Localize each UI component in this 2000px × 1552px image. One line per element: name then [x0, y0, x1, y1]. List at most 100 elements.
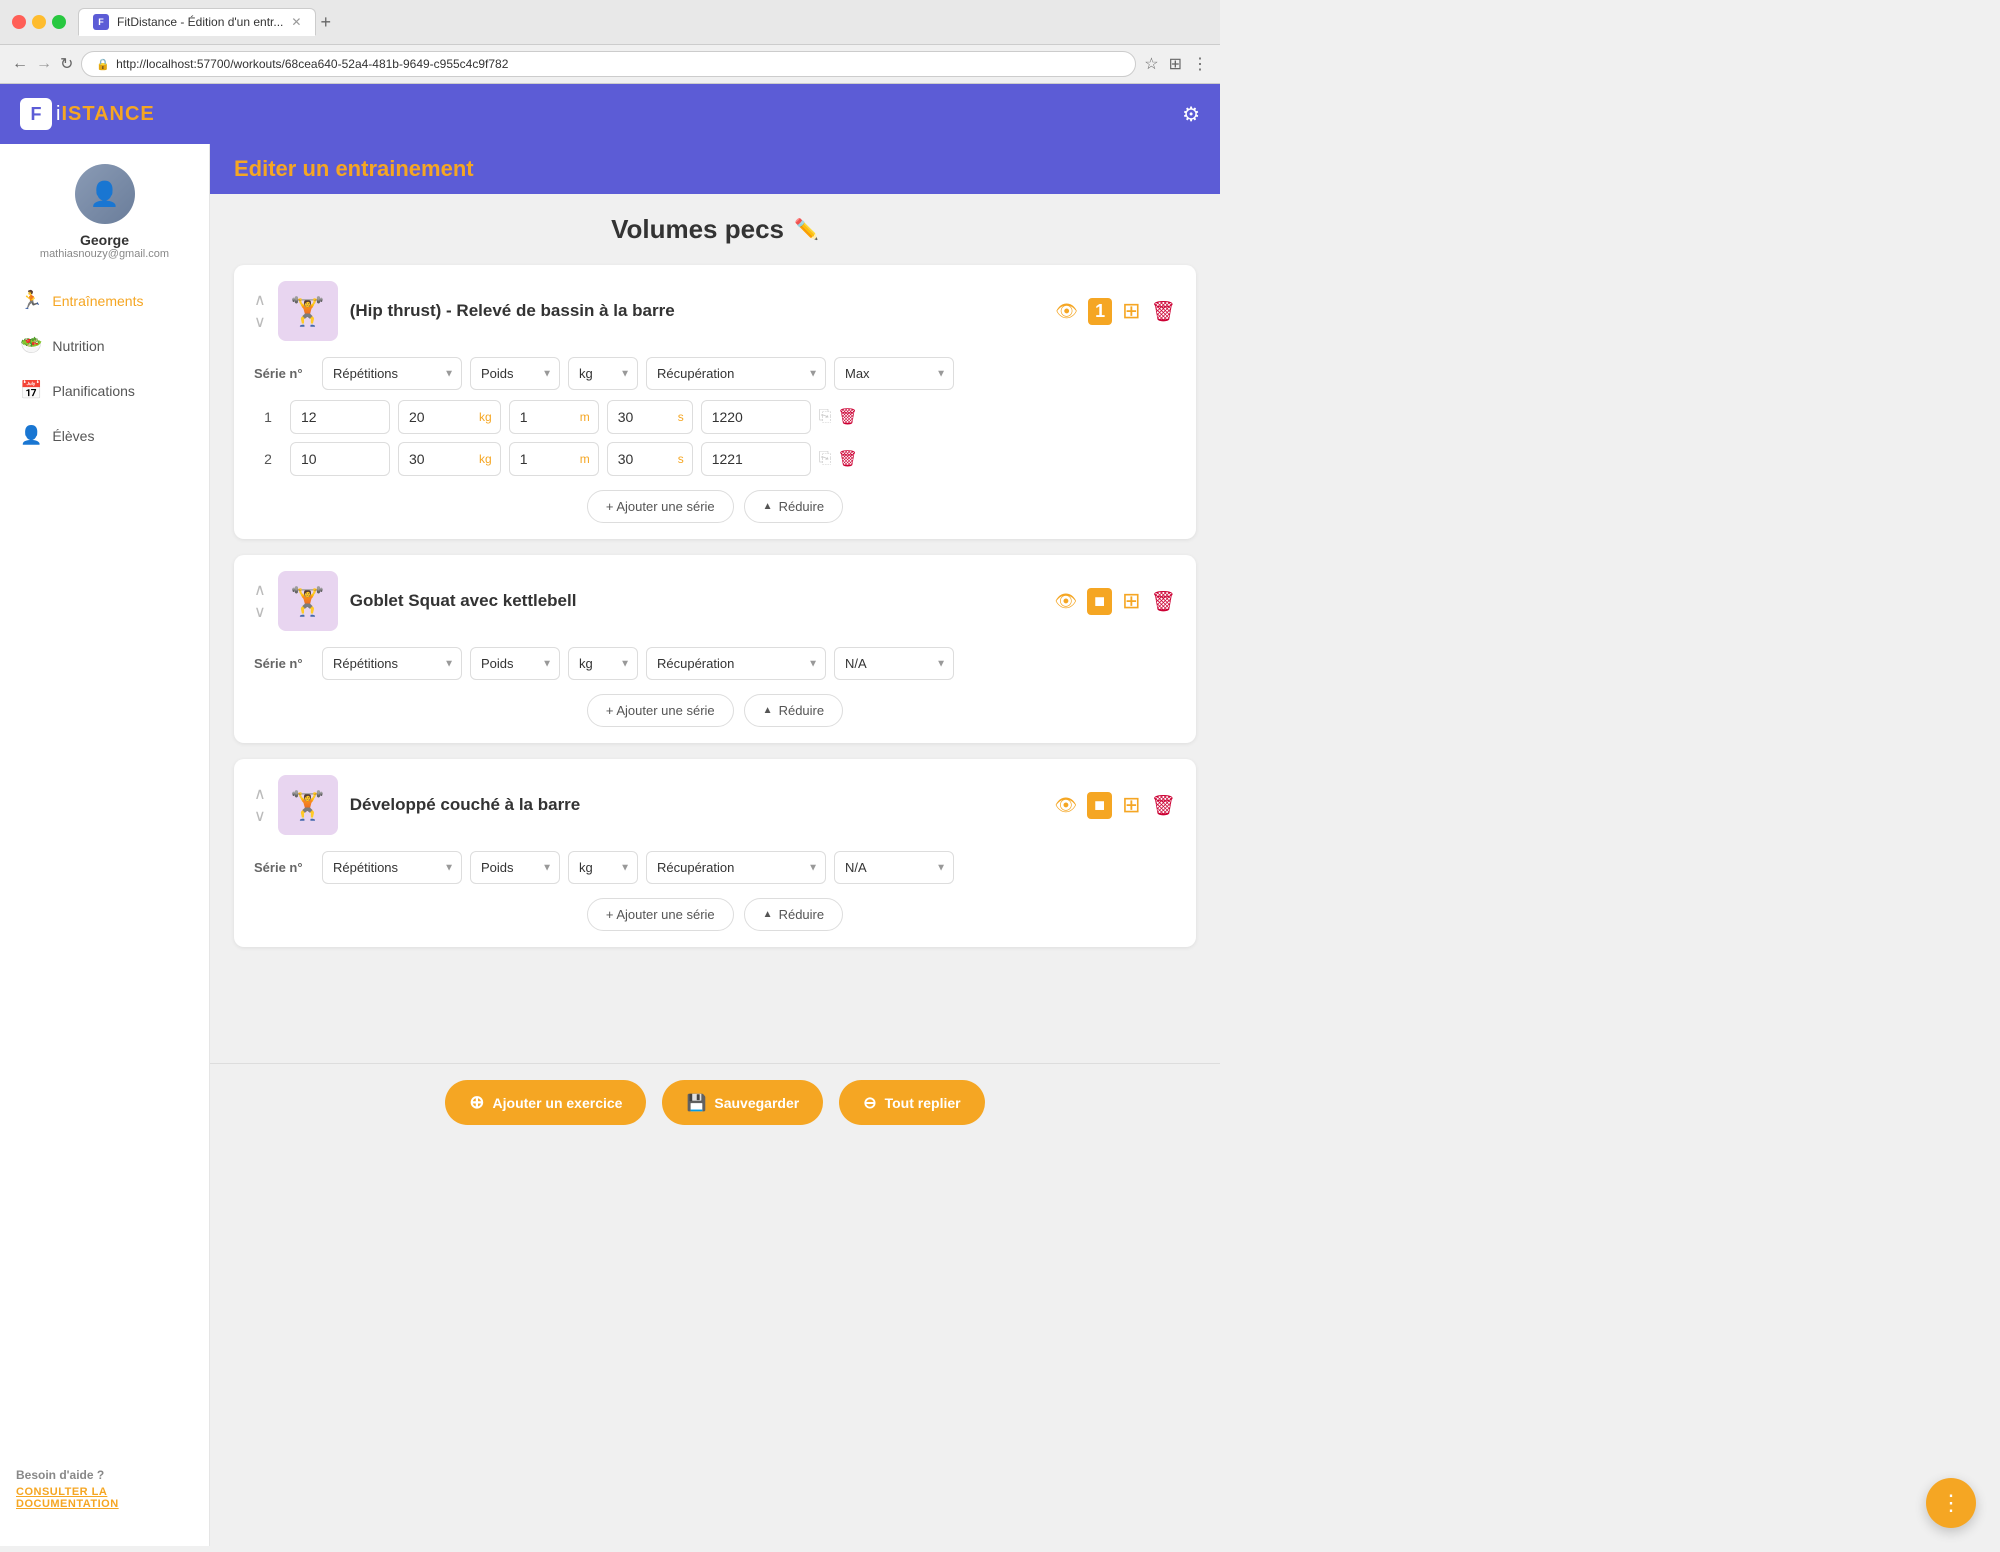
card-footer-3: + Ajouter une série ▲ Réduire [254, 898, 1176, 931]
repetitions-select-wrapper-2: Répétitions ▼ [322, 647, 462, 680]
recup1-input-1-1[interactable] [510, 401, 580, 433]
exercise-actions-2: 👁 ■ ⊞ 🗑 [1054, 588, 1176, 615]
copy-row-button-1-1[interactable]: ⎘ [819, 407, 832, 427]
exercise-name-3: Développé couché à la barre [350, 795, 1043, 815]
help-link[interactable]: CONSULTER LA DOCUMENTATION [16, 1486, 193, 1510]
close-traffic-light[interactable] [12, 15, 26, 29]
delete-row-button-1-2[interactable]: 🗑 [838, 449, 858, 469]
eleves-icon: 👤 [20, 425, 42, 446]
expand-button-2[interactable]: ⊞ [1122, 588, 1140, 615]
max-select-wrapper-3: N/A ▼ [834, 851, 954, 884]
poids-select-3[interactable]: Poids [470, 851, 560, 884]
kg-select-1[interactable]: kg [568, 357, 638, 390]
add-serie-button-2[interactable]: + Ajouter une série [587, 694, 734, 727]
fab-button[interactable]: ⋮ [1926, 1478, 1976, 1528]
save-button[interactable]: 💾 Sauvegarder [662, 1080, 823, 1125]
notification-button-3[interactable]: ■ [1087, 792, 1112, 819]
max-select-3[interactable]: N/A [834, 851, 954, 884]
settings-button[interactable]: ⚙ [1182, 102, 1200, 127]
logo: F iISTANCE [20, 98, 155, 130]
recuperation-select-3[interactable]: Récupération [646, 851, 826, 884]
traffic-lights [12, 15, 66, 29]
delete-button-2[interactable]: 🗑 [1151, 588, 1176, 615]
add-serie-button-1[interactable]: + Ajouter une série [587, 490, 734, 523]
delete-button-1[interactable]: 🗑 [1151, 298, 1176, 325]
max-select-1[interactable]: Max [834, 357, 954, 390]
recuperation-select-wrapper-3: Récupération ▼ [646, 851, 826, 884]
expand-button-3[interactable]: ⊞ [1122, 792, 1140, 819]
poids-select-2[interactable]: Poids [470, 647, 560, 680]
view-button-3[interactable]: 👁 [1054, 792, 1077, 819]
kg-select-wrapper-2: kg ▼ [568, 647, 638, 680]
exercise-actions-3: 👁 ■ ⊞ 🗑 [1054, 792, 1176, 819]
reduce-button-2[interactable]: ▲ Réduire [744, 694, 843, 727]
workout-edit-icon[interactable]: ✏️ [794, 217, 819, 242]
kg-select-2[interactable]: kg [568, 647, 638, 680]
expand-button-1[interactable]: ⊞ [1122, 298, 1140, 325]
poids-select-1[interactable]: Poids [470, 357, 560, 390]
reps-input-1-1[interactable] [290, 400, 390, 434]
logo-icon: F [20, 98, 52, 130]
sidebar-item-planifications[interactable]: 📅 Planifications [8, 370, 201, 411]
repetitions-select-1[interactable]: Répétitions [322, 357, 462, 390]
bookmark-icon[interactable]: ☆ [1144, 54, 1158, 74]
add-exercise-button[interactable]: ⊕ Ajouter un exercice [445, 1080, 646, 1125]
recuperation-select-1[interactable]: Récupération [646, 357, 826, 390]
kg-select-wrapper-3: kg ▼ [568, 851, 638, 884]
sidebar-item-eleves[interactable]: 👤 Élèves [8, 415, 201, 456]
browser-tab[interactable]: F FitDistance - Édition d'un entr... ✕ [78, 8, 316, 36]
serie-col-label-2: Série n° [254, 656, 314, 671]
kg-select-3[interactable]: kg [568, 851, 638, 884]
max-select-2[interactable]: N/A [834, 647, 954, 680]
reps-input-1-2[interactable] [290, 442, 390, 476]
tab-title: FitDistance - Édition d'un entr... [117, 15, 283, 29]
reduce-label-2: Réduire [779, 703, 825, 718]
poids-input-1-1[interactable] [399, 401, 479, 433]
forward-button[interactable]: → [36, 55, 52, 73]
notification-button-1[interactable]: 1 [1088, 298, 1112, 325]
entrainements-icon: 🏃 [20, 290, 42, 311]
recup1-wrapper-1-1: m [509, 400, 599, 434]
sidebar-item-entrainements[interactable]: 🏃 Entraînements [8, 280, 201, 321]
delete-row-button-1-1[interactable]: 🗑 [838, 407, 858, 427]
serie-header-2: Série n° Répétitions ▼ Poids ▼ [254, 647, 1176, 680]
tab-close-icon[interactable]: ✕ [291, 15, 301, 29]
bottom-bar: ⊕ Ajouter un exercice 💾 Sauvegarder ⊖ To… [210, 1063, 1220, 1141]
recup1-input-1-2[interactable] [510, 443, 580, 475]
new-tab-button[interactable]: + [320, 12, 331, 33]
max-input-1-1[interactable] [701, 400, 811, 434]
recup2-input-1-1[interactable] [608, 401, 678, 433]
recup2-input-1-2[interactable] [608, 443, 678, 475]
repetitions-select-3[interactable]: Répétitions [322, 851, 462, 884]
recuperation-select-2[interactable]: Récupération [646, 647, 826, 680]
delete-button-3[interactable]: 🗑 [1151, 792, 1176, 819]
planifications-icon: 📅 [20, 380, 42, 401]
view-button-1[interactable]: 👁 [1055, 298, 1078, 325]
minimize-traffic-light[interactable] [32, 15, 46, 29]
address-bar[interactable]: 🔒 http://localhost:57700/workouts/68cea6… [81, 51, 1136, 77]
poids-select-wrapper-1: Poids ▼ [470, 357, 560, 390]
view-button-2[interactable]: 👁 [1054, 588, 1077, 615]
serie-num-1-1: 1 [254, 409, 282, 425]
extensions-icon[interactable]: ⊞ [1169, 54, 1182, 74]
repetitions-select-2[interactable]: Répétitions [322, 647, 462, 680]
reload-button[interactable]: ↻ [60, 54, 73, 74]
max-input-1-2[interactable] [701, 442, 811, 476]
repetitions-select-wrapper-3: Répétitions ▼ [322, 851, 462, 884]
reorder-icon-2[interactable]: ∧∨ [254, 580, 266, 622]
copy-row-button-1-2[interactable]: ⎘ [819, 449, 832, 469]
maximize-traffic-light[interactable] [52, 15, 66, 29]
reorder-icon-3[interactable]: ∧∨ [254, 784, 266, 826]
back-button[interactable]: ← [12, 55, 28, 73]
reduce-button-1[interactable]: ▲ Réduire [744, 490, 843, 523]
notification-button-2[interactable]: ■ [1087, 588, 1112, 615]
reorder-icon-1[interactable]: ∧∨ [254, 290, 266, 332]
collapse-all-button[interactable]: ⊖ Tout replier [839, 1080, 984, 1125]
user-profile: 👤 George mathiasnouzy@gmail.com [0, 164, 209, 260]
add-serie-button-3[interactable]: + Ajouter une série [587, 898, 734, 931]
browser-menu-icon[interactable]: ⋮ [1192, 54, 1208, 74]
logo-text-main: ISTANCE [61, 103, 154, 125]
reduce-button-3[interactable]: ▲ Réduire [744, 898, 843, 931]
sidebar-item-nutrition[interactable]: 🥗 Nutrition [8, 325, 201, 366]
poids-input-1-2[interactable] [399, 443, 479, 475]
